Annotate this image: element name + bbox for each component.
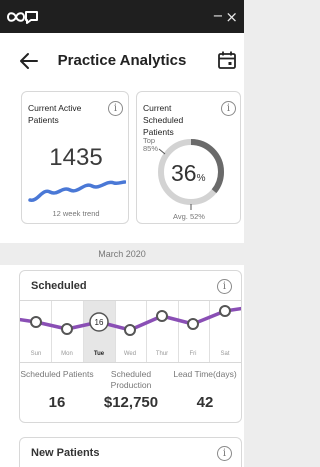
new-patients-title: New Patients: [31, 447, 100, 459]
metric-label: Lead Time(days): [173, 369, 237, 379]
new-patients-card[interactable]: New Patients i: [19, 437, 242, 467]
metric-value: 42: [196, 394, 214, 411]
back-arrow-icon[interactable]: [18, 50, 40, 72]
info-icon[interactable]: i: [221, 101, 236, 116]
date-label: March 2020: [0, 243, 244, 265]
minimize-button[interactable]: −: [213, 9, 224, 24]
day-label: Wed: [124, 351, 136, 357]
scheduled-gauge-value: 36%: [171, 160, 206, 186]
day-label: Sun: [31, 351, 42, 357]
day-label: Sat: [220, 351, 229, 357]
metric-label: Scheduled Patients: [20, 369, 94, 379]
trend-label: 12 week trend: [52, 209, 100, 218]
scheduled-patients-card[interactable]: Current Scheduled Patients i Top 85% 36%…: [136, 91, 241, 224]
scheduled-card[interactable]: Scheduled i 16 Sun Mon Tue Wed Thur Fri …: [19, 270, 242, 423]
info-icon[interactable]: i: [217, 446, 232, 461]
scheduled-production-metric: Scheduled Production $12,750: [94, 369, 168, 411]
weekly-schedule-chart[interactable]: 16 Sun Mon Tue Wed Thur Fri Sat: [20, 300, 241, 363]
infinity-chat-logo-icon: [6, 10, 38, 24]
day-label: Mon: [61, 351, 73, 357]
info-icon[interactable]: i: [108, 101, 123, 116]
app-logo: [6, 9, 40, 25]
avg-label: Avg. 52%: [173, 212, 205, 221]
scheduled-patients-metric: Scheduled Patients 16: [20, 369, 94, 411]
day-label: Thur: [156, 351, 168, 357]
calendar-icon[interactable]: [217, 50, 237, 70]
active-patients-card[interactable]: Current Active Patients i 1435 12 week t…: [21, 91, 129, 224]
active-patients-title: Current Active Patients: [28, 103, 82, 125]
info-icon[interactable]: i: [217, 279, 232, 294]
active-patients-value: 1435: [49, 144, 103, 171]
trend-sparkline: [28, 180, 126, 202]
app-header: Practice Analytics: [0, 33, 244, 88]
lead-time-metric: Lead Time(days) 42: [168, 369, 242, 411]
window-titlebar: − ×: [0, 0, 244, 33]
day-label-selected: Tue: [94, 351, 105, 357]
day-label: Fri: [190, 351, 197, 357]
scheduled-title: Scheduled: [31, 280, 87, 292]
metric-value: 16: [48, 394, 66, 411]
metric-value: $12,750: [103, 394, 159, 411]
page-title: Practice Analytics: [57, 52, 187, 69]
analytics-content: Current Active Patients i 1435 12 week t…: [0, 88, 244, 467]
metric-label: Scheduled Production: [110, 369, 152, 390]
close-button[interactable]: ×: [225, 8, 238, 26]
selected-day-value: 16: [95, 318, 104, 327]
